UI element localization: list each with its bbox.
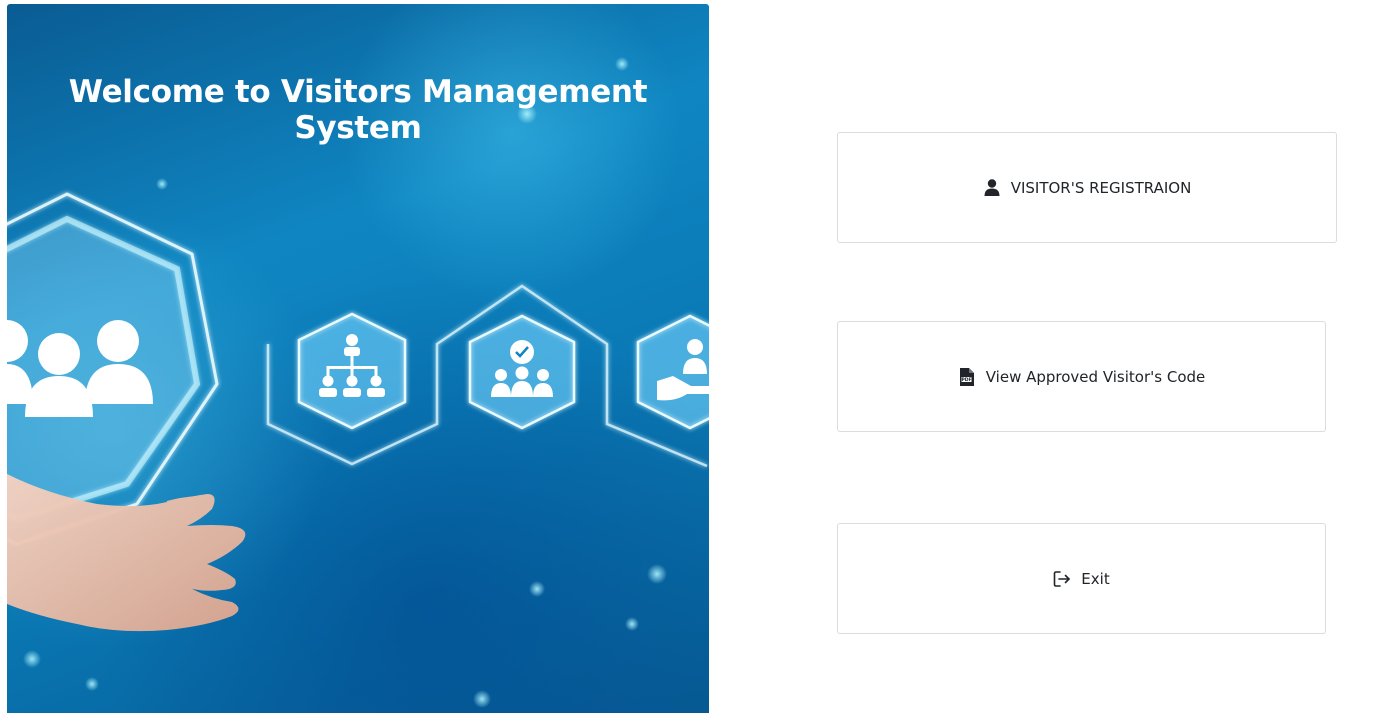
view-approved-code-label: View Approved Visitor's Code [985, 367, 1206, 386]
visitor-registration-button[interactable]: VISITOR'S REGISTRAION [837, 132, 1337, 243]
hero-banner: Welcome to Visitors Management System [7, 4, 709, 713]
approved-team-hexagon [468, 314, 576, 430]
user-icon [983, 179, 1001, 197]
view-approved-code-button[interactable]: PDF View Approved Visitor's Code [837, 321, 1326, 432]
page-title: Welcome to Visitors Management System [68, 74, 648, 146]
visitor-registration-label: VISITOR'S REGISTRAION [1010, 178, 1192, 197]
org-chart-hexagon [297, 312, 407, 430]
exit-label: Exit [1081, 569, 1110, 588]
svg-text:PDF: PDF [962, 377, 972, 383]
sign-out-icon [1053, 570, 1071, 588]
care-hexagon [636, 314, 709, 430]
exit-button[interactable]: Exit [837, 523, 1326, 634]
pdf-file-icon: PDF [958, 367, 976, 386]
open-hand [7, 474, 246, 632]
page: Welcome to Visitors Management System VI… [0, 0, 1393, 713]
